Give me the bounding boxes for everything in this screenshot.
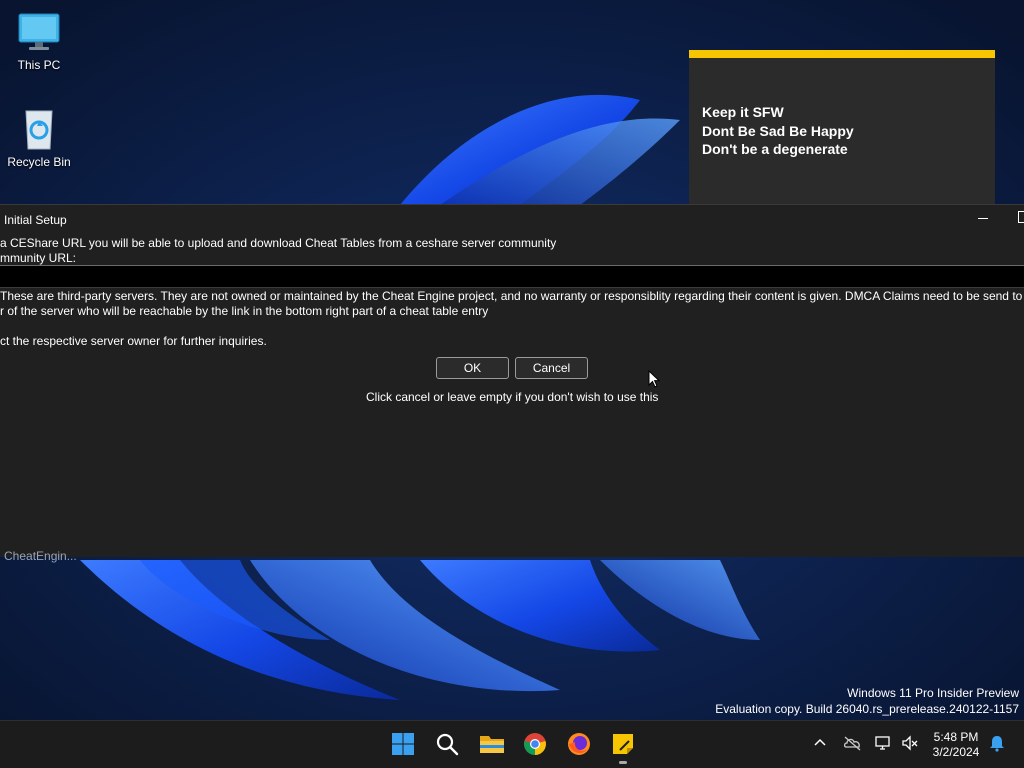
recycle-bin-icon [17,107,61,151]
sticky-note-line: Dont Be Sad Be Happy [702,122,854,139]
watermark-line: Windows 11 Pro Insider Preview [847,686,1019,700]
ceshare-url-input[interactable] [0,266,1024,287]
windows-watermark: Windows 11 Pro Insider Preview Evaluatio… [715,686,1019,717]
mouse-cursor-icon [648,370,660,388]
url-field-label: mmunity URL: [0,251,77,265]
search-icon[interactable] [435,732,459,756]
desktop-icon-label: This PC [17,58,61,72]
dialog-titlebar[interactable]: Initial Setup [0,205,1024,233]
warning-text: ct the respective server owner for furth… [0,334,267,348]
minimize-button[interactable] [976,209,992,225]
dialog-title: Initial Setup [4,213,67,227]
clock-time: 5:48 PM [933,730,979,744]
firefox-icon[interactable] [567,732,591,756]
speaker-muted-icon[interactable] [901,734,919,752]
warning-text: These are third-party servers. They are … [0,289,1024,303]
dialog-message: a CEShare URL you will be able to upload… [0,236,557,250]
system-clock[interactable]: 5:48 PM 3/2/2024 [930,730,982,760]
taskbar: 5:48 PM 3/2/2024 [0,720,1024,768]
active-app-indicator [619,761,627,764]
ok-button[interactable]: OK [436,357,509,379]
chrome-icon[interactable] [523,732,547,756]
monitor-icon [17,10,61,54]
desktop-icon-this-pc[interactable]: This PC [3,10,75,72]
maximize-button[interactable] [1018,211,1024,223]
desktop-icon-recycle-bin[interactable]: Recycle Bin [3,107,75,169]
file-explorer-icon[interactable] [479,732,504,756]
warning-text: r of the server who will be reachable by… [0,304,489,318]
dialog-hint: Click cancel or leave empty if you don't… [366,390,659,404]
cancel-button[interactable]: Cancel [515,357,588,379]
watermark-line: Evaluation copy. Build 26040.rs_prerelea… [715,701,1019,716]
sticky-notes-icon[interactable] [611,732,635,756]
network-icon[interactable] [874,734,892,752]
onedrive-offline-icon[interactable] [843,734,861,752]
initial-setup-dialog: Initial Setup a CEShare URL you will be … [0,204,1024,557]
chevron-up-icon[interactable] [811,734,829,752]
sticky-note[interactable]: Keep it SFW Dont Be Sad Be Happy Don't b… [689,50,995,210]
ceshare-url-input-box[interactable] [0,265,1024,288]
desktop-icon-label: Recycle Bin [7,155,71,169]
desktop-icon-label-cheatengine: CheatEngin... [4,549,77,563]
clock-date: 3/2/2024 [932,745,980,759]
notification-bell-icon[interactable] [988,734,1006,752]
sticky-note-line: Keep it SFW [702,104,784,120]
start-icon[interactable] [391,732,415,756]
sticky-note-line: Don't be a degenerate [702,141,848,157]
